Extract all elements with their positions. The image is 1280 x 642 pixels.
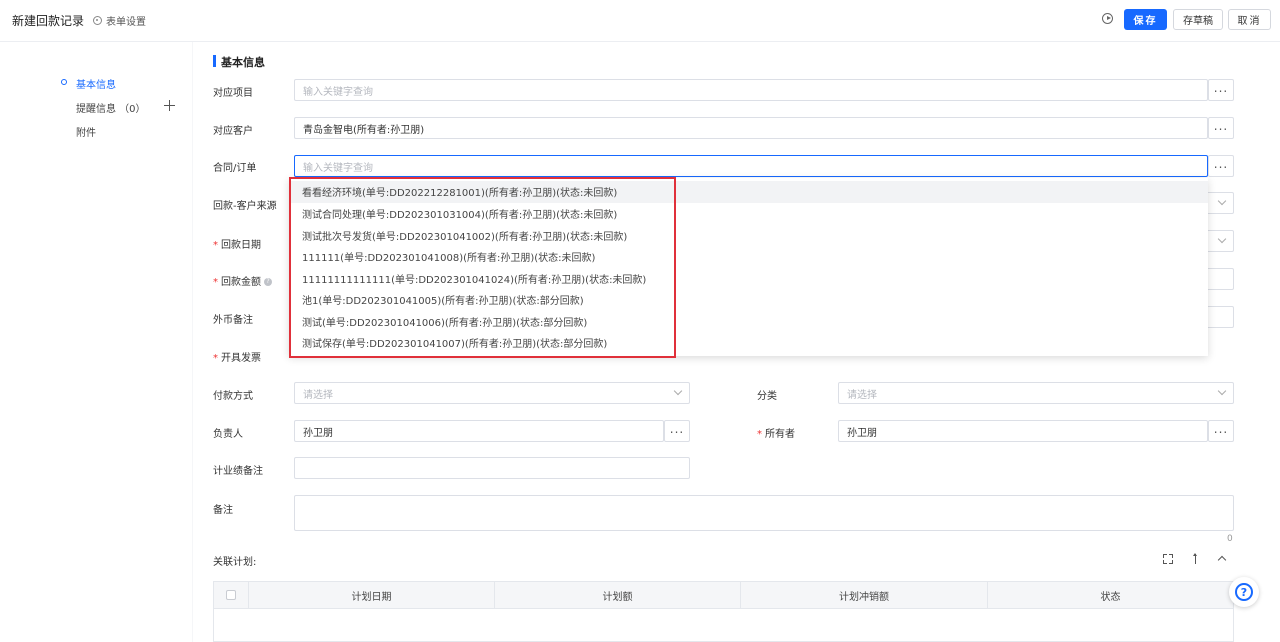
- fullscreen-icon[interactable]: [1162, 553, 1174, 565]
- more-dots-icon: ...: [1213, 118, 1229, 133]
- select-all-checkbox[interactable]: [226, 590, 236, 600]
- cancel-button[interactable]: 取消: [1228, 9, 1271, 30]
- customer-label: 对应客户: [213, 126, 253, 137]
- customer-input[interactable]: 青岛金智电(所有者:孙卫朋): [294, 117, 1208, 139]
- dropdown-option[interactable]: 测试批次号发货(单号:DD202301041002)(所有者:孙卫朋)(状态:未…: [289, 225, 1208, 247]
- note-char-count: 0: [1227, 534, 1233, 544]
- column-header: 状态: [987, 582, 1233, 608]
- nav-item-basic-info[interactable]: 基本信息: [76, 76, 116, 91]
- payment-select[interactable]: 请选择: [294, 382, 690, 404]
- add-reminder-plus-icon[interactable]: [164, 100, 175, 111]
- dropdown-option[interactable]: 看看经济环境(单号:DD202212281001)(所有者:孙卫朋)(状态:未回…: [289, 181, 1208, 203]
- more-dots-icon: ...: [1213, 80, 1229, 95]
- date-label: 回款日期: [213, 236, 261, 251]
- payment-label: 付款方式: [213, 391, 253, 402]
- contract-more-button[interactable]: ...: [1208, 155, 1234, 177]
- save-button[interactable]: 保存: [1124, 9, 1167, 30]
- customer-more-button[interactable]: ...: [1208, 117, 1234, 139]
- page-title: 新建回款记录: [12, 14, 85, 28]
- column-header: 计划冲销额: [740, 582, 987, 608]
- top-bar: 新建回款记录 表单设置 保存 存草稿 取消: [0, 0, 1280, 42]
- help-button[interactable]: ?: [1229, 577, 1259, 607]
- project-input[interactable]: 输入关键字查询: [294, 79, 1208, 101]
- dropdown-option[interactable]: 测试合同处理(单号:DD202301031004)(所有者:孙卫朋)(状态:未回…: [289, 203, 1208, 225]
- source-label: 回款-客户来源: [213, 201, 277, 212]
- column-header: 计划日期: [248, 582, 494, 608]
- question-icon: ?: [1235, 583, 1253, 601]
- owner-person-label: 负责人: [213, 429, 243, 440]
- section-title: 基本信息: [213, 54, 265, 70]
- nav-item-reminder[interactable]: 提醒信息 （0）: [76, 100, 146, 115]
- save-draft-button[interactable]: 存草稿: [1173, 9, 1223, 30]
- amount-label: 回款金额?: [213, 273, 272, 288]
- chevron-up-icon[interactable]: [1216, 553, 1228, 565]
- project-more-button[interactable]: ...: [1208, 79, 1234, 101]
- more-dots-icon: ...: [1213, 421, 1229, 436]
- note-textarea[interactable]: [294, 495, 1234, 531]
- dropdown-option[interactable]: 测试(单号:DD202301041006)(所有者:孙卫朋)(状态:部分回款): [289, 311, 1208, 333]
- form-settings-label: 表单设置: [106, 17, 146, 28]
- contract-search-input[interactable]: 输入关键字查询: [294, 155, 1208, 177]
- row-height-icon[interactable]: [1190, 553, 1202, 565]
- more-dots-icon: ...: [1213, 156, 1229, 171]
- note-label: 备注: [213, 505, 233, 516]
- plan-table-header: 计划日期 计划额 计划冲销额 状态: [214, 582, 1233, 609]
- side-nav: [0, 42, 192, 642]
- owner-person-more-button[interactable]: ...: [664, 420, 690, 442]
- category-select[interactable]: 请选择: [838, 382, 1234, 404]
- dropdown-option[interactable]: 111111(单号:DD202301041008)(所有者:孙卫朋)(状态:未回…: [289, 246, 1208, 268]
- currency-note-label: 外币备注: [213, 315, 253, 326]
- active-dot-icon: [61, 79, 67, 85]
- plan-table: 计划日期 计划额 计划冲销额 状态: [213, 581, 1234, 642]
- more-dots-icon: ...: [669, 421, 685, 436]
- column-header: 计划额: [494, 582, 740, 608]
- project-label: 对应项目: [213, 88, 253, 99]
- dropdown-option[interactable]: 测试保存(单号:DD202301041007)(所有者:孙卫朋)(状态:部分回款…: [289, 332, 1208, 354]
- form-settings-link[interactable]: 表单设置: [93, 13, 146, 28]
- category-label: 分类: [757, 391, 777, 402]
- nav-item-attachment[interactable]: 附件: [76, 124, 96, 139]
- plan-title: 关联计划:: [213, 557, 257, 568]
- performance-note-label: 计业绩备注: [213, 466, 263, 477]
- contract-label: 合同/订单: [213, 163, 257, 174]
- info-icon: ?: [264, 278, 272, 286]
- owner-person-input[interactable]: 孙卫朋: [294, 420, 664, 442]
- dropdown-option[interactable]: 池1(单号:DD202301041005)(所有者:孙卫朋)(状态:部分回款): [289, 289, 1208, 311]
- contract-dropdown: 看看经济环境(单号:DD202212281001)(所有者:孙卫朋)(状态:未回…: [289, 178, 1208, 356]
- owner-input[interactable]: 孙卫朋: [838, 420, 1208, 442]
- owner-label: 所有者: [757, 425, 795, 440]
- dropdown-option[interactable]: 11111111111111(单号:DD202301041024)(所有者:孙卫…: [289, 268, 1208, 290]
- invoice-label: 开具发票: [213, 349, 261, 364]
- owner-more-button[interactable]: ...: [1208, 420, 1234, 442]
- play-icon[interactable]: [1102, 13, 1113, 24]
- performance-note-input[interactable]: [294, 457, 690, 479]
- gear-icon: [93, 16, 102, 25]
